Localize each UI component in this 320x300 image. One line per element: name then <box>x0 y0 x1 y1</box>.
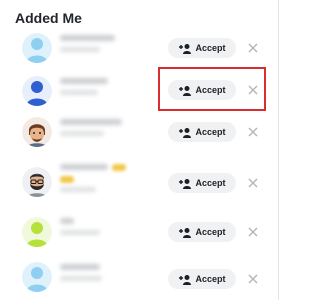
blurred-name <box>60 264 100 270</box>
accept-label: Accept <box>195 274 226 284</box>
blurred-username <box>60 47 100 52</box>
friend-request-row: Accept <box>0 207 278 257</box>
accept-button[interactable]: Accept <box>168 38 236 58</box>
accept-label: Accept <box>195 178 226 188</box>
add-friend-icon <box>179 43 192 54</box>
friend-request-row: Accept <box>0 109 278 159</box>
light-blue-silhouette-avatar[interactable] <box>22 33 52 63</box>
add-friend-icon <box>179 178 192 189</box>
friend-request-row: Accept <box>0 157 278 207</box>
light-blue-silhouette-avatar[interactable] <box>22 262 52 292</box>
blurred-name <box>60 218 74 224</box>
close-icon[interactable] <box>247 126 259 138</box>
accept-button[interactable]: Accept <box>168 122 236 142</box>
close-icon[interactable] <box>247 177 259 189</box>
blurred-name <box>60 119 122 125</box>
add-friend-icon <box>179 227 192 238</box>
blurred-username <box>60 187 96 192</box>
blurred-emoji <box>112 164 126 171</box>
accept-button[interactable]: Accept <box>168 173 236 193</box>
panel-border <box>278 0 279 300</box>
highlight-box <box>158 67 266 111</box>
close-icon[interactable] <box>247 226 259 238</box>
bitmoji-beard-glasses-avatar[interactable] <box>22 167 52 197</box>
add-friend-icon <box>179 274 192 285</box>
accept-label: Accept <box>195 227 226 237</box>
blurred-username <box>60 230 100 235</box>
accept-button[interactable]: Accept <box>168 222 236 242</box>
blurred-name <box>60 35 115 41</box>
add-friend-icon <box>179 127 192 138</box>
accept-button[interactable]: Accept <box>168 269 236 289</box>
accept-label: Accept <box>195 127 226 137</box>
blue-silhouette-avatar[interactable] <box>22 76 52 106</box>
friend-request-row: Accept <box>0 255 278 300</box>
blurred-emoji <box>60 176 74 183</box>
close-icon[interactable] <box>247 42 259 54</box>
blurred-username <box>60 276 102 281</box>
lime-green-silhouette-avatar[interactable] <box>22 217 52 247</box>
bitmoji-brown-hair-avatar[interactable] <box>22 117 52 147</box>
close-icon[interactable] <box>247 273 259 285</box>
blurred-name <box>60 78 108 84</box>
blurred-username <box>60 131 104 136</box>
blurred-name <box>60 164 108 170</box>
accept-label: Accept <box>195 43 226 53</box>
blurred-username <box>60 90 98 95</box>
